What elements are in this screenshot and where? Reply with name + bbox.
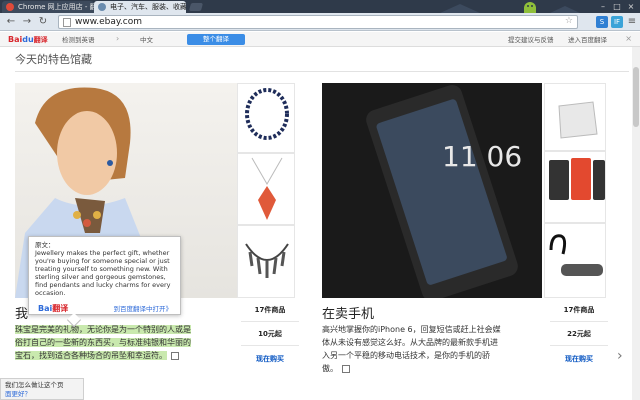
page-icon: [63, 18, 71, 27]
product-thumb-phones[interactable]: [544, 151, 606, 223]
translate-page-button[interactable]: 整个翻译: [187, 34, 245, 45]
carousel-next-icon[interactable]: ›: [617, 348, 623, 364]
bookmark-star-icon[interactable]: ☆: [565, 16, 573, 26]
reload-icon[interactable]: ↻: [36, 15, 50, 29]
source-language-select[interactable]: 检测到英语: [62, 35, 95, 45]
jewelry-item-count: 17件商品: [241, 298, 299, 322]
wireless-charger-icon: [558, 101, 598, 139]
jewelry-price: 10元起: [241, 322, 299, 346]
product-thumb-headset[interactable]: [544, 223, 606, 298]
tab-label: 电子、汽车、服装、收藏品: [110, 3, 186, 11]
close-translate-bar-icon[interactable]: ×: [625, 34, 632, 43]
tooltip-footer: Bai翻译 到百度翻译中打开》: [29, 301, 180, 315]
minimize-icon[interactable]: –: [596, 0, 610, 13]
product-thumb-statement-necklace[interactable]: [237, 225, 295, 298]
product-thumb-pendant[interactable]: [237, 153, 295, 225]
feedback-link[interactable]: 提交建议与反馈: [508, 35, 554, 45]
page-scrollbar[interactable]: [632, 47, 640, 400]
browser-toolbar: ← → ↻ www.ebay.com ☆ S IF ≡: [0, 13, 640, 31]
baidu-translate-logo: Baidu翻译: [8, 35, 48, 44]
phones-buy-now-link[interactable]: 现在购买: [550, 347, 608, 371]
url-text: www.ebay.com: [75, 17, 143, 27]
translation-tooltip: 原文： Jewellery makes the perfect gift, wh…: [28, 236, 181, 328]
jewelry-buy-now-link[interactable]: 现在购买: [241, 347, 299, 371]
android-theme-decoration-icon: [440, 2, 580, 13]
tab-strip: Chrome 网上应用店 - 翻 电子、汽车、服装、收藏品 – □ ×: [0, 0, 640, 13]
phone-hero-image[interactable]: 11 06: [322, 83, 542, 298]
phones-price: 22元起: [550, 322, 608, 346]
target-language-select[interactable]: 中文: [140, 35, 153, 45]
close-icon[interactable]: ×: [624, 0, 638, 13]
phones-card-title: 在卖手机: [322, 307, 375, 322]
orange-pendant-icon: [251, 157, 283, 220]
phones-icon: [549, 158, 605, 200]
tab-ebay[interactable]: 电子、汽车、服装、收藏品: [94, 1, 186, 13]
chrome-store-favicon-icon: [6, 3, 14, 11]
open-in-baidu-translate-link[interactable]: 到百度翻译中打开》: [114, 303, 173, 313]
extension-s-icon[interactable]: S: [596, 16, 608, 28]
open-baidu-translate-link[interactable]: 进入百度翻译: [568, 35, 607, 45]
baidu-translate-bar: Baidu翻译 检测到英语 › 中文 整个翻译 提交建议与反馈 进入百度翻译 ×: [0, 32, 640, 47]
jewelry-card-title: 我: [15, 307, 29, 322]
forward-icon[interactable]: →: [20, 15, 34, 29]
phone-clock: 11 06: [442, 140, 523, 173]
new-tab-button[interactable]: [188, 3, 204, 11]
statement-necklace-icon: [245, 243, 289, 278]
tooltip-source-text: 原文： Jewellery makes the perfect gift, wh…: [35, 241, 171, 297]
product-thumb-necklace-chain[interactable]: [237, 83, 295, 153]
tooltip-baidu-logo: Bai翻译: [38, 304, 69, 313]
feedback-line-2: 面更好？: [5, 390, 31, 398]
menu-icon[interactable]: ≡: [625, 15, 639, 29]
phones-item-count: 17件商品: [550, 298, 608, 322]
product-thumb-charger[interactable]: [544, 83, 606, 151]
back-icon[interactable]: ←: [4, 15, 18, 29]
phones-card-description: 高兴地掌握你的iPhone 6，回复短信或赶上社会媒体从未设有感觉这么好。从大品…: [322, 325, 501, 373]
swap-arrow-icon: ›: [116, 34, 120, 43]
tab-label: Chrome 网上应用店 - 翻: [18, 3, 94, 11]
ebay-favicon-icon: [98, 3, 106, 11]
bluetooth-headset-icon: [549, 234, 603, 276]
feedback-box[interactable]: 我们怎么做让这个页 面更好？: [0, 378, 84, 400]
translation-note-icon[interactable]: [342, 364, 350, 373]
address-bar[interactable]: www.ebay.com ☆: [58, 15, 578, 29]
maximize-icon[interactable]: □: [610, 0, 624, 13]
blue-chain-necklace-icon: [245, 88, 289, 140]
tab-chrome-store[interactable]: Chrome 网上应用店 - 翻: [2, 1, 94, 13]
feedback-line-1: 我们怎么做让这个页: [5, 381, 64, 389]
divider: [15, 71, 629, 72]
translation-note-icon[interactable]: [171, 351, 179, 360]
scrollbar-thumb[interactable]: [633, 67, 639, 127]
jewelry-card-description: 珠宝是完美的礼物，无论你是为一个特别的人或是俗打自己的一些新的东西买，与标准纯银…: [15, 325, 191, 360]
section-title: 今天的特色馆藏: [15, 53, 92, 66]
extension-if-icon[interactable]: IF: [611, 16, 623, 28]
lg-phone-icon: [366, 85, 518, 298]
